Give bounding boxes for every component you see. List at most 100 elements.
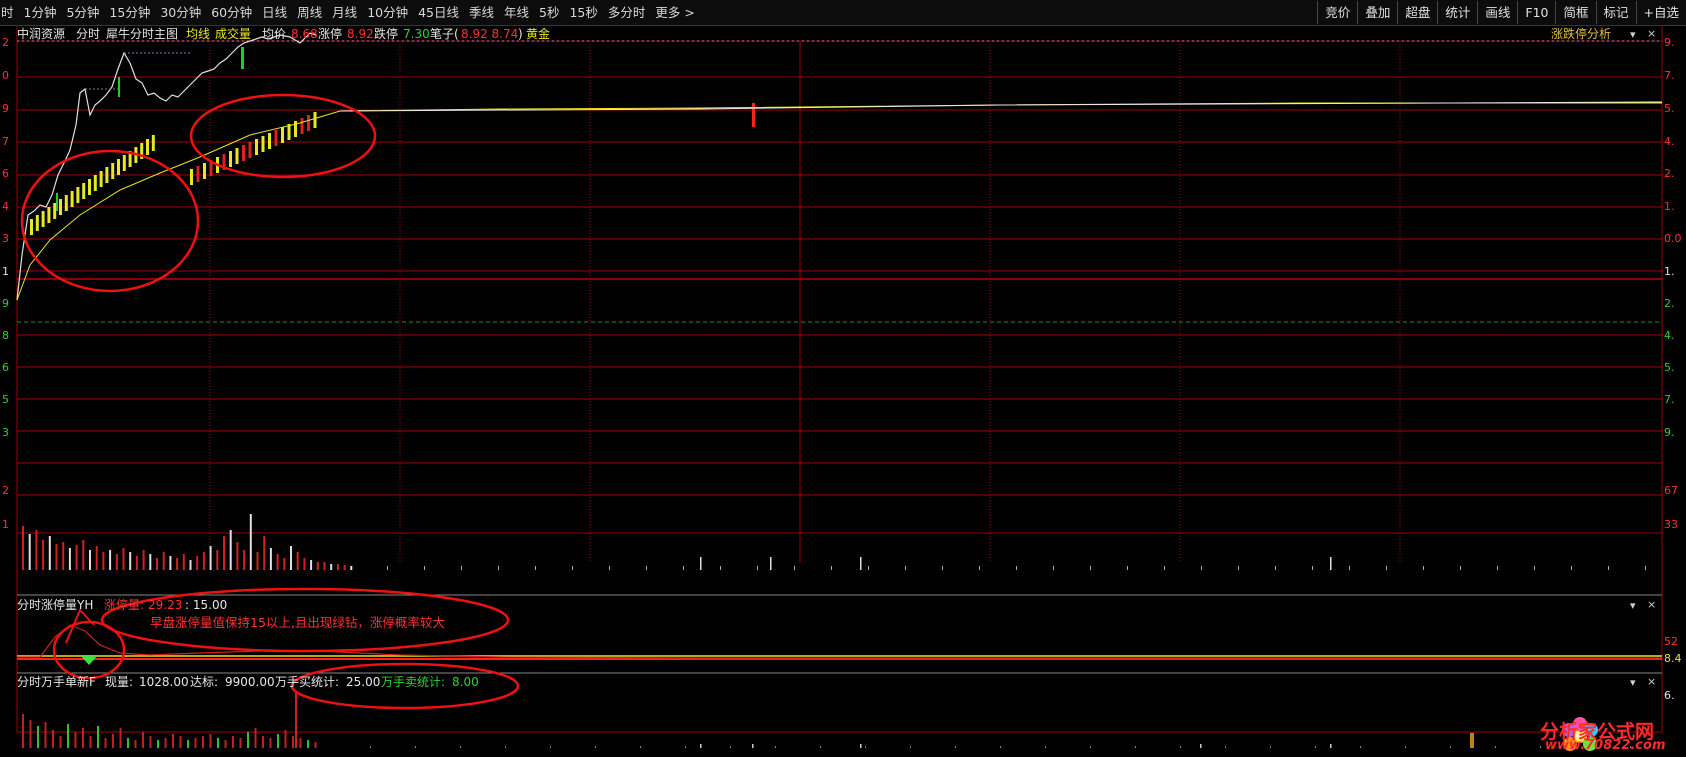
- period-tab-4[interactable]: 60分钟: [206, 0, 257, 25]
- order-panel-title[interactable]: 分时万手单新F: [17, 674, 96, 690]
- close-icon[interactable]: ×: [1647, 27, 1656, 40]
- order-panel-close-icon[interactable]: ×: [1647, 675, 1656, 688]
- collapse-icon[interactable]: ▾: [1630, 28, 1636, 41]
- order-bar: [239, 738, 242, 748]
- order-bar: [775, 746, 776, 748]
- volume-bar: [1608, 566, 1609, 570]
- order-bar: [1200, 744, 1202, 748]
- order-panel-collapse-icon[interactable]: ▾: [1630, 676, 1636, 689]
- signal-bar: [268, 133, 271, 149]
- volume-bars: [22, 514, 1646, 570]
- order-bar: [172, 734, 174, 748]
- right-axis-tick: 9.: [1664, 426, 1675, 439]
- volume-bar: [831, 566, 832, 570]
- period-tab-14[interactable]: 多分时: [603, 0, 651, 25]
- volume-bar: [276, 554, 279, 570]
- volume-bar: [498, 566, 499, 570]
- signal-bar: [70, 191, 74, 207]
- period-tab-9[interactable]: 45日线: [413, 0, 464, 25]
- green-signal-bar: [56, 193, 58, 211]
- tool-button-6[interactable]: 简框: [1555, 1, 1595, 24]
- volume-bar: [1275, 566, 1276, 570]
- order-bar: [910, 746, 911, 748]
- limit-vol-label: 涨停量:: [104, 598, 145, 612]
- left-axis-tick: 9: [2, 102, 9, 115]
- volume-bar: [135, 556, 138, 570]
- right-axis-tick: 33: [1664, 518, 1678, 531]
- watermark-url: www.70822.com: [1545, 738, 1666, 753]
- order-bar: [955, 746, 956, 748]
- limit-analysis-button[interactable]: 涨跌停分析: [1551, 26, 1611, 42]
- period-tab-13[interactable]: 15秒: [564, 0, 602, 25]
- volume-bar: [868, 566, 869, 570]
- price-lines: [16, 32, 1663, 301]
- tool-button-1[interactable]: 叠加: [1357, 1, 1397, 24]
- right-axis-tick: 1.: [1664, 265, 1675, 278]
- order-bar: [299, 738, 302, 748]
- volume-bar: [162, 552, 165, 570]
- mode-label[interactable]: 分时: [76, 26, 100, 42]
- stock-name[interactable]: 中润资源: [17, 26, 65, 42]
- tool-button-8[interactable]: +自选: [1635, 1, 1686, 24]
- limit-panel-graph: [17, 624, 1662, 665]
- volume-bar: [942, 566, 943, 570]
- order-bar: [292, 736, 294, 748]
- period-tab-6[interactable]: 周线: [292, 0, 327, 25]
- tool-button-4[interactable]: 画线: [1477, 1, 1517, 24]
- volume-bar: [535, 566, 536, 570]
- indicator-name[interactable]: 犀牛分时主图: [106, 26, 178, 42]
- current-vol-label: 现量:: [105, 675, 134, 689]
- period-tab-2[interactable]: 15分钟: [104, 0, 155, 25]
- volume-bar: [1645, 566, 1646, 570]
- limit-panel-title[interactable]: 分时涨停量YH: [17, 597, 93, 613]
- volume-bar: [102, 552, 105, 570]
- volume-bar: [700, 557, 702, 570]
- current-vol-value: 1028.00: [139, 675, 189, 689]
- order-bar: [164, 738, 167, 748]
- order-bar: [277, 734, 279, 748]
- volume-bar: [109, 550, 112, 570]
- tool-button-2[interactable]: 超盘: [1397, 1, 1437, 24]
- period-tab-prev[interactable]: 时: [0, 0, 19, 25]
- order-bar: [1330, 744, 1332, 748]
- limit-panel-axis-value: 52: [1664, 635, 1678, 648]
- left-axis-tick: 3: [2, 426, 9, 439]
- tool-button-3[interactable]: 统计: [1437, 1, 1477, 24]
- right-axis-tick: 7.: [1664, 393, 1675, 406]
- volume-bar: [905, 566, 906, 570]
- order-bar: [67, 724, 69, 748]
- tool-button-0[interactable]: 竞价: [1317, 1, 1357, 24]
- limit-panel-collapse-icon[interactable]: ▾: [1630, 599, 1636, 612]
- tool-button-7[interactable]: 标记: [1595, 1, 1636, 24]
- right-axis-tick: 9.: [1664, 36, 1675, 49]
- order-bar: [217, 738, 219, 748]
- right-axis-tick: 67: [1664, 484, 1678, 497]
- order-bar: [460, 746, 461, 748]
- period-tab-0[interactable]: 1分钟: [19, 0, 62, 25]
- period-tab-8[interactable]: 10分钟: [362, 0, 413, 25]
- volume-bar: [1238, 566, 1239, 570]
- signal-bar: [146, 139, 149, 155]
- period-tab-11[interactable]: 年线: [499, 0, 534, 25]
- period-tab-5[interactable]: 日线: [257, 0, 292, 25]
- order-bar: [119, 728, 122, 748]
- order-bar: [1045, 746, 1046, 748]
- period-tab-15[interactable]: 更多 >: [650, 0, 699, 25]
- volume-bar: [182, 554, 185, 570]
- tool-button-5[interactable]: F10: [1517, 1, 1555, 24]
- period-tab-12[interactable]: 5秒: [534, 0, 564, 25]
- limit-panel-close-icon[interactable]: ×: [1647, 598, 1656, 611]
- volume-bar: [115, 554, 118, 570]
- signal-bar: [248, 142, 252, 158]
- order-bar: [730, 746, 731, 748]
- order-bar: [209, 734, 212, 748]
- volume-bar: [129, 552, 132, 570]
- order-bar: [1225, 746, 1226, 748]
- period-tab-10[interactable]: 季线: [464, 0, 499, 25]
- period-tab-1[interactable]: 5分钟: [61, 0, 104, 25]
- big-order-bars: [22, 693, 1631, 748]
- period-tab-3[interactable]: 30分钟: [155, 0, 206, 25]
- period-tab-7[interactable]: 月线: [327, 0, 362, 25]
- order-bar: [112, 734, 114, 748]
- order-bar: [44, 722, 47, 748]
